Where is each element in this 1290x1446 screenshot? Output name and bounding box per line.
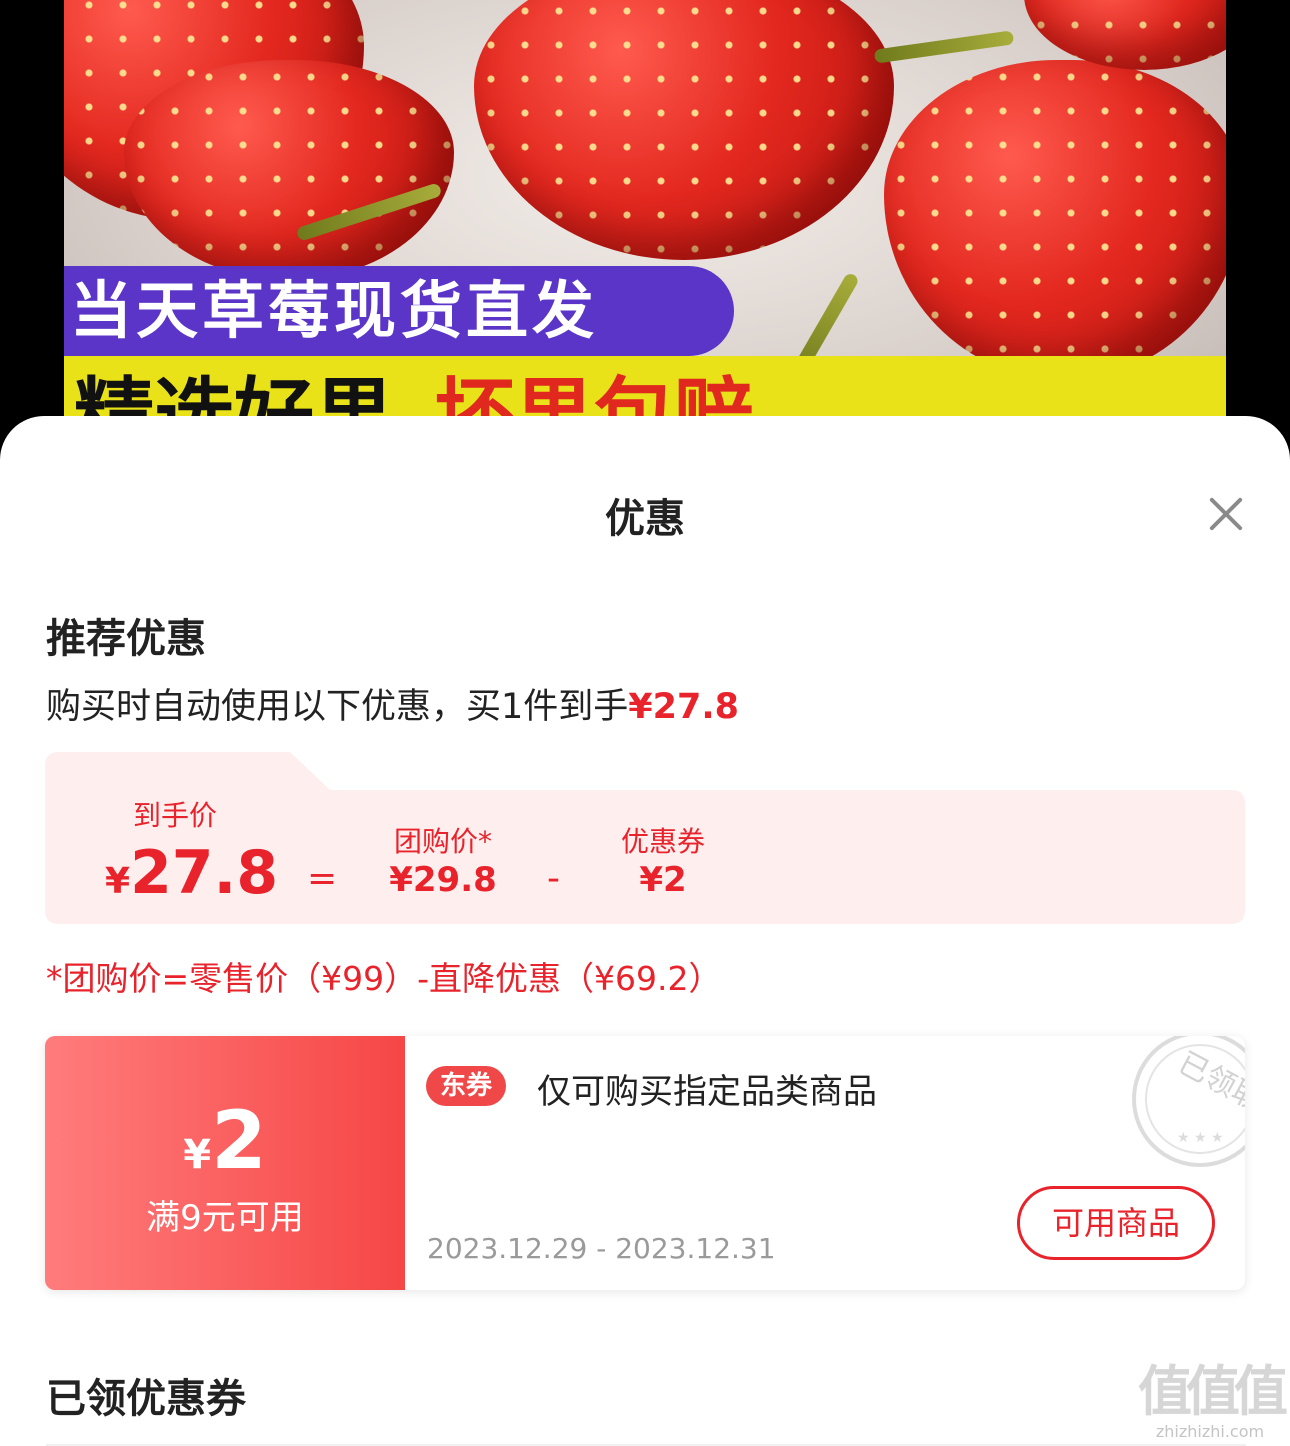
sheet-title: 优惠	[605, 496, 685, 542]
screen: 当天草莓现货直发 精选好果 坏果包赔 优惠 推荐优惠 购买时自动使用以下优惠，买1…	[0, 0, 1290, 1446]
recommend-desc-price: ¥27.8	[628, 687, 739, 727]
stem-graphic	[873, 30, 1015, 64]
received-stamp-icon: 已领取 ★ ★ ★	[1132, 1036, 1245, 1167]
group-price-value: ¥29.8	[389, 860, 497, 900]
watermark-url: zhizhizhi.com	[1155, 1422, 1265, 1441]
coupon-currency: ¥	[183, 1132, 212, 1178]
final-price-value: 27.8	[130, 838, 279, 908]
available-products-button[interactable]: 可用商品	[1017, 1186, 1215, 1260]
strawberry-graphic	[124, 60, 454, 280]
coupon-amount: ¥2	[45, 1094, 405, 1187]
price-breakdown-card: 到手价 ¥27.8 = 团购价* ¥29.8 - 优惠券 ¥2	[45, 752, 1245, 924]
coupon-value-panel: ¥2 满9元可用	[45, 1036, 405, 1290]
coupon-description: 仅可购买指定品类商品	[537, 1072, 877, 1112]
recommend-desc: 购买时自动使用以下优惠，买1件到手¥27.8	[46, 678, 739, 729]
close-icon[interactable]	[1204, 492, 1248, 536]
recommend-title: 推荐优惠	[46, 616, 206, 662]
coupon-deduct-value: ¥2	[639, 860, 687, 900]
coupon-amount-value: 2	[211, 1094, 267, 1187]
final-price: ¥27.8	[105, 838, 278, 908]
discount-sheet: 优惠 推荐优惠 购买时自动使用以下优惠，买1件到手¥27.8 到手价 ¥27.8…	[0, 416, 1290, 1446]
watermark-logo: 值值值	[1138, 1360, 1288, 1423]
final-price-currency: ¥	[105, 861, 131, 902]
coupon-type-badge: 东券	[426, 1066, 507, 1106]
watermark: 值值值 zhizhizhi.com	[1138, 1360, 1288, 1442]
coupon-card[interactable]: ¥2 满9元可用 东券 仅可购买指定品类商品 2023.12.29 - 2023…	[45, 1036, 1245, 1290]
coupon-date-range: 2023.12.29 - 2023.12.31	[427, 1232, 776, 1265]
group-price-note: *团购价=零售价（¥99）-直降优惠（¥69.2）	[46, 959, 722, 998]
equals-sign: =	[307, 858, 338, 899]
group-price-label: 团购价*	[393, 825, 492, 858]
banner-tag: 当天草莓现货直发	[64, 266, 734, 356]
strawberry-graphic	[474, 0, 894, 260]
received-coupons-title: 已领优惠券	[46, 1376, 246, 1422]
coupon-deduct-label: 优惠券	[620, 825, 705, 858]
coupon-condition: 满9元可用	[146, 1198, 304, 1238]
recommend-desc-text: 购买时自动使用以下优惠，买1件到手	[46, 687, 629, 727]
product-image: 当天草莓现货直发 精选好果 坏果包赔	[64, 0, 1226, 440]
strawberry-graphic	[884, 60, 1226, 380]
svg-text:★ ★ ★: ★ ★ ★	[1177, 1130, 1224, 1146]
final-price-label: 到手价	[132, 799, 217, 832]
minus-sign: -	[547, 858, 560, 899]
